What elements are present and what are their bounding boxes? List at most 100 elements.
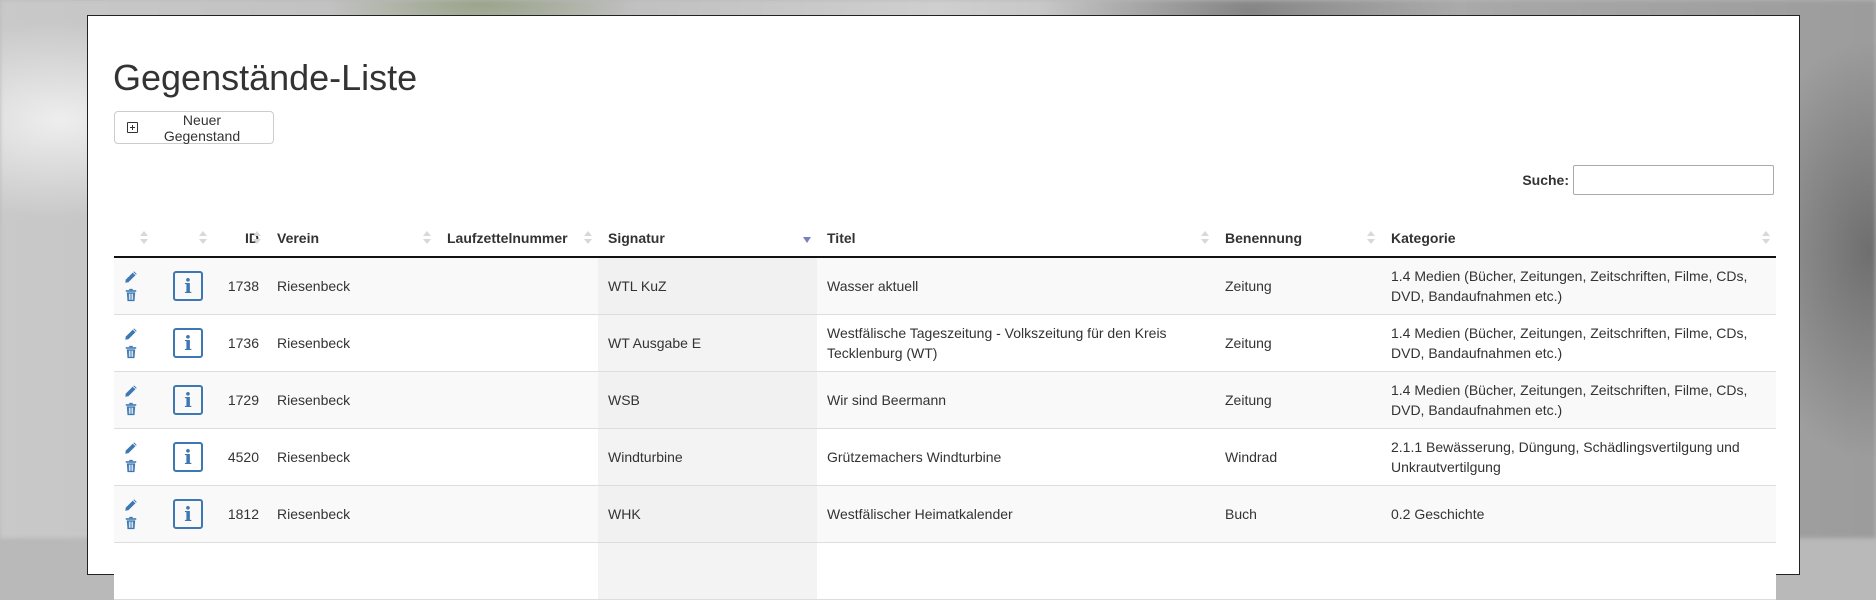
cell-signatur: WT Ausgabe E [598,314,817,372]
cell-info: i [154,485,213,543]
cell-verein: Riesenbeck [267,485,437,543]
cell-signatur [598,542,817,600]
info-icon[interactable]: i [173,270,203,301]
cell-signatur: WTL KuZ [598,257,817,315]
cell-actions [114,485,154,543]
cell-benennung: Zeitung [1215,314,1381,372]
sort-icon [199,231,207,245]
cell-actions [114,371,154,429]
pencil-icon[interactable] [124,327,138,341]
search-input[interactable] [1573,165,1774,195]
cell-titel [817,542,1215,600]
cell-actions [114,257,154,315]
cell-info: i [154,314,213,372]
cell-kategorie: 1.4 Medien (Bücher, Zeitungen, Zeitschri… [1381,371,1776,429]
info-icon[interactable]: i [173,384,203,415]
trash-icon[interactable] [124,516,138,530]
column-header-label: Laufzettelnummer [447,229,568,246]
table-row: i 1736 Riesenbeck WT Ausgabe E Westfälische … [114,314,1776,372]
cell-benennung: Windrad [1215,428,1381,486]
cell-kategorie: 2.1.1 Bewässerung, Düngung, Schädlingsve… [1381,428,1776,486]
cell-titel: Westfälischer Heimatkalender [817,485,1215,543]
column-header-signatur[interactable]: Signatur [598,219,817,258]
column-header-kategorie[interactable]: Kategorie [1381,219,1776,258]
search-area: Suche: [1522,165,1774,195]
search-label: Suche: [1522,172,1569,188]
sort-desc-icon [803,237,811,243]
cell-titel: Westfälische Tageszeitung - Volkszeitung… [817,314,1215,372]
cell-kategorie: 0.2 Geschichte [1381,485,1776,543]
trash-icon[interactable] [124,459,138,473]
main-panel: Gegenstände-Liste Neuer Gegenstand Suche… [87,15,1800,600]
column-header-titel[interactable]: Titel [817,219,1215,258]
cell-benennung: Zeitung [1215,257,1381,315]
sort-icon [1367,231,1375,245]
cell-verein: Riesenbeck [267,314,437,372]
cell-id: 1736 [213,314,267,372]
column-header-actions[interactable] [114,219,154,258]
column-header-info[interactable] [154,219,213,258]
info-icon[interactable]: i [173,327,203,358]
plus-square-icon [127,122,138,133]
cell-actions [114,314,154,372]
column-header-laufzettelnummer[interactable]: Laufzettelnummer [437,219,598,258]
sort-icon [1201,231,1209,245]
new-item-label: Neuer Gegenstand [163,111,241,144]
cell-actions [114,542,154,600]
cell-id [213,542,267,600]
cell-laufzettelnummer [437,485,598,543]
sort-icon [140,231,148,245]
column-header-label: Signatur [608,229,665,246]
items-table: ID Verein Laufzettelnummer Signatur Titel Ben… [114,219,1776,600]
cell-signatur: Windturbine [598,428,817,486]
column-header-label: Verein [277,229,320,246]
pencil-icon[interactable] [124,498,138,512]
trash-icon[interactable] [124,345,138,359]
table-body: i 1738 Riesenbeck WTL KuZ Wasser aktuell Zeit… [114,257,1776,600]
cell-laufzettelnummer [437,428,598,486]
table-row: i 4520 Riesenbeck Windturbine Grützemachers … [114,428,1776,486]
table-row: i 1812 Riesenbeck WHK Westfälischer Heimatka… [114,485,1776,543]
cell-signatur: WSB [598,371,817,429]
cell-benennung: Buch [1215,485,1381,543]
info-icon[interactable]: i [173,441,203,472]
pencil-icon[interactable] [124,441,138,455]
table-row: i 1729 Riesenbeck WSB Wir sind Beermann Zeitu… [114,371,1776,429]
cell-verein: Riesenbeck [267,428,437,486]
cell-kategorie [1381,542,1776,600]
cell-laufzettelnummer [437,542,598,600]
column-header-benennung[interactable]: Benennung [1215,219,1381,258]
cell-info: i [154,257,213,315]
pencil-icon[interactable] [124,270,138,284]
pencil-icon[interactable] [124,384,138,398]
cell-titel: Grützemachers Windturbine [817,428,1215,486]
cell-kategorie: 1.4 Medien (Bücher, Zeitungen, Zeitschri… [1381,257,1776,315]
table-row [114,542,1776,600]
cell-laufzettelnummer [437,371,598,429]
cell-actions [114,428,154,486]
cell-titel: Wir sind Beermann [817,371,1215,429]
cell-kategorie: 1.4 Medien (Bücher, Zeitungen, Zeitschri… [1381,314,1776,372]
column-header-id[interactable]: ID [213,219,267,258]
cell-info: i [154,428,213,486]
info-icon[interactable]: i [173,498,203,529]
new-item-button[interactable]: Neuer Gegenstand [114,111,274,144]
cell-laufzettelnummer [437,314,598,372]
column-header-label: Titel [827,229,856,246]
column-header-label: Kategorie [1391,229,1456,246]
table-row: i 1738 Riesenbeck WTL KuZ Wasser aktuell Zeit… [114,257,1776,315]
column-header-verein[interactable]: Verein [267,219,437,258]
cell-verein: Riesenbeck [267,371,437,429]
trash-icon[interactable] [124,288,138,302]
page-title: Gegenstände-Liste [113,57,418,98]
cell-id: 1729 [213,371,267,429]
cell-info: i [154,371,213,429]
cell-titel: Wasser aktuell [817,257,1215,315]
sort-icon [253,231,261,245]
trash-icon[interactable] [124,402,138,416]
cell-id: 4520 [213,428,267,486]
sort-icon [584,231,592,245]
cell-verein [267,542,437,600]
cell-signatur: WHK [598,485,817,543]
sort-icon [1762,231,1770,245]
